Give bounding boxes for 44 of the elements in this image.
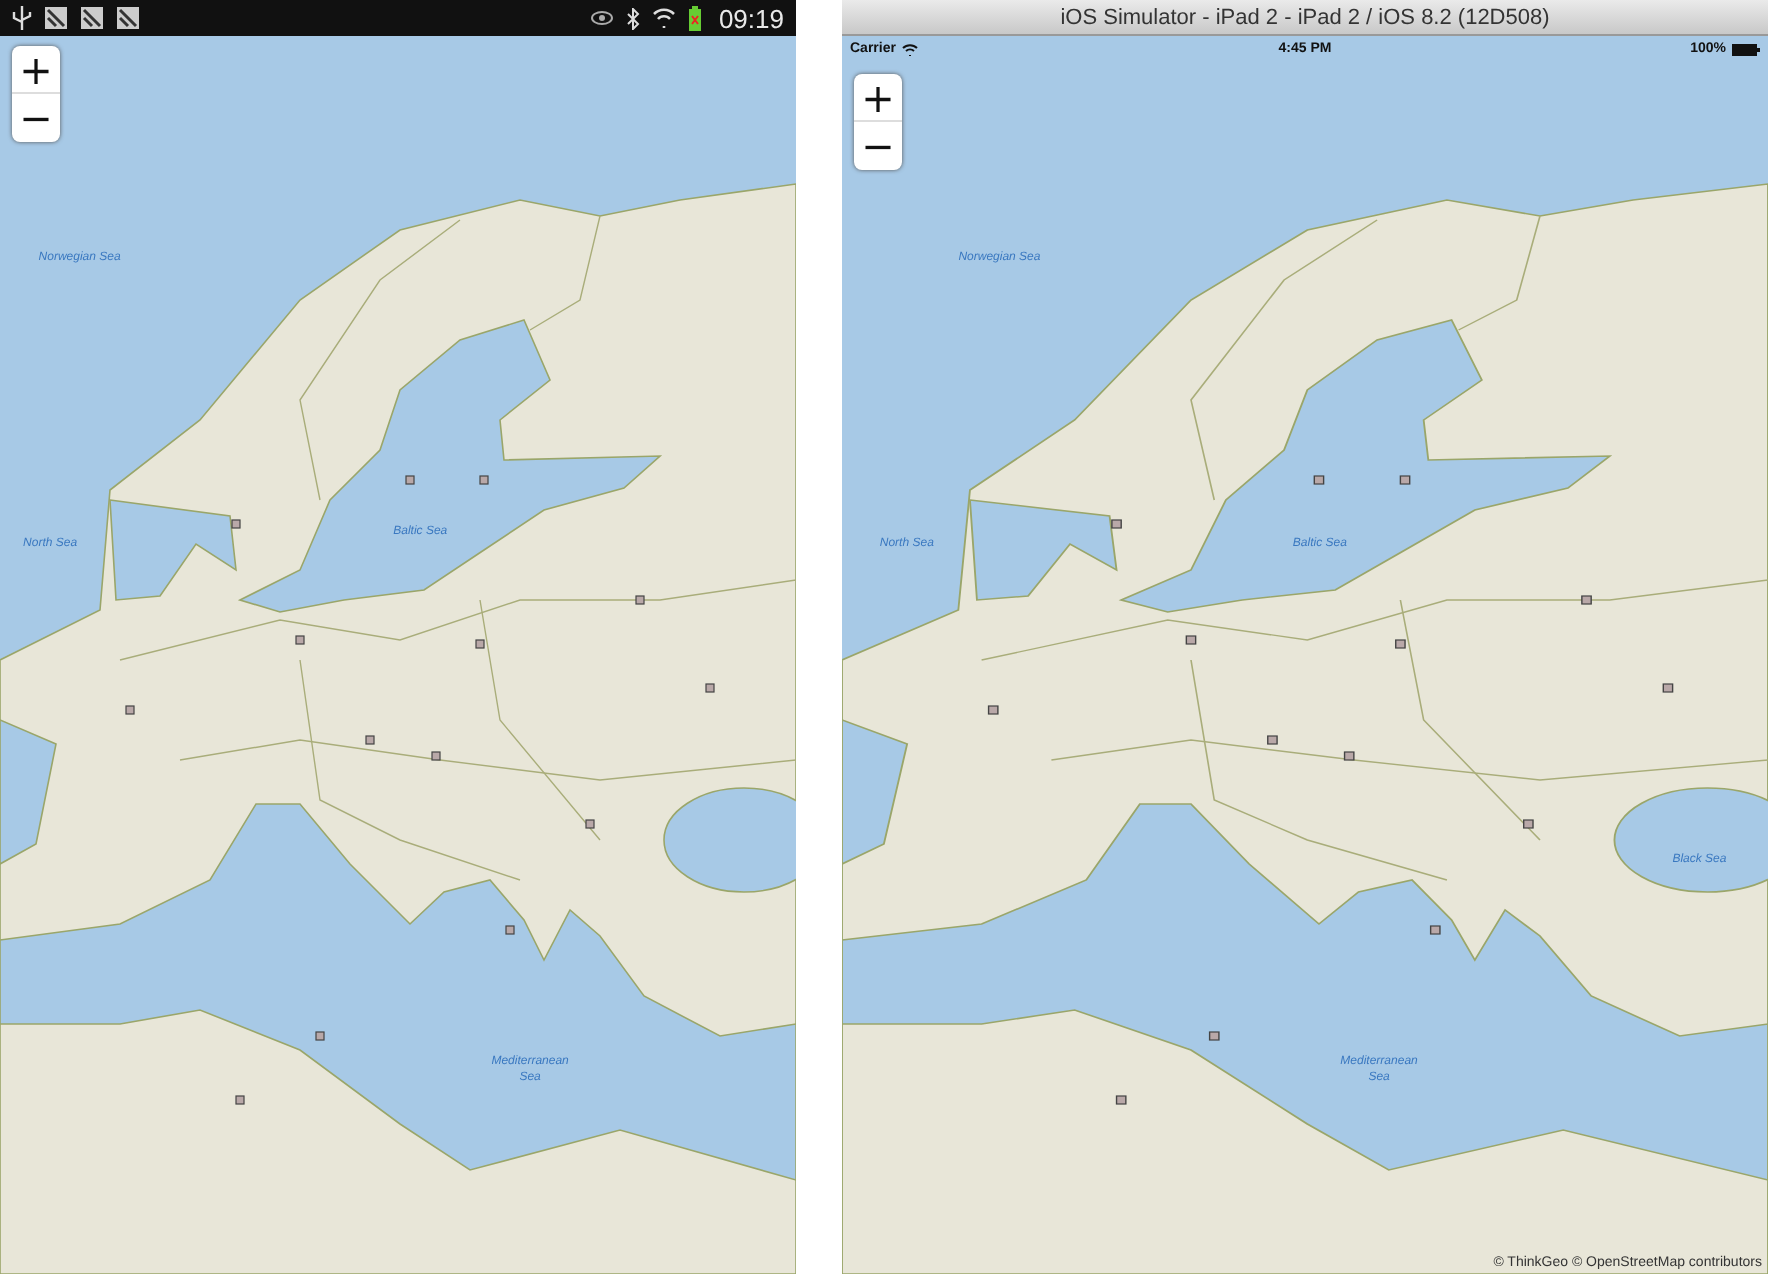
notification-icon	[116, 6, 140, 30]
city-marker-icon	[1115, 1095, 1127, 1105]
city-marker-icon	[705, 683, 715, 693]
city-marker-icon	[1185, 635, 1197, 645]
wifi-icon	[901, 43, 918, 55]
city-marker-icon	[1581, 595, 1592, 605]
zoom-button[interactable]: +	[854, 74, 902, 122]
city-marker-icon	[405, 475, 415, 485]
city-marker-icon	[315, 1031, 325, 1041]
city-marker-icon	[365, 735, 375, 745]
city-marker-icon	[585, 819, 595, 829]
city-marker-icon	[125, 705, 135, 715]
city-marker-icon	[235, 1095, 245, 1105]
city-marker-icon	[231, 519, 241, 529]
city-marker-icon	[295, 635, 305, 645]
bluetooth-icon	[626, 7, 641, 29]
notification-icon	[80, 6, 104, 30]
window-title: iOS Simulator - iPad 2 - iPad 2 / iOS 8.2 (12D508)	[1060, 5, 1550, 29]
city-marker-icon	[479, 475, 489, 485]
zoom-button[interactable]: −	[854, 122, 902, 170]
notification-icon	[44, 6, 68, 30]
city-marker-icon	[1208, 1031, 1220, 1041]
battery-icon	[1732, 43, 1760, 55]
city-marker-icon	[475, 639, 485, 649]
city-marker-icon	[1267, 735, 1278, 745]
city-marker-icon	[1395, 639, 1406, 649]
clock-time: 09:19	[718, 3, 784, 33]
city-marker-icon	[987, 705, 999, 715]
wifi-icon	[652, 7, 677, 29]
city-marker-icon	[1523, 819, 1534, 829]
city-marker-icon	[635, 595, 645, 605]
city-marker-icon	[1430, 925, 1441, 935]
usb-icon	[12, 6, 32, 30]
zoom-button[interactable]: +	[12, 46, 60, 94]
city-marker-icon	[505, 925, 515, 935]
eye-icon	[590, 10, 615, 26]
city-marker-icon	[1313, 475, 1325, 485]
city-marker-icon	[431, 751, 441, 761]
zoom-button[interactable]: −	[12, 94, 60, 142]
city-marker-icon	[1662, 683, 1674, 693]
city-marker-icon	[1399, 475, 1411, 485]
city-marker-icon	[1111, 519, 1122, 529]
city-marker-icon	[1343, 751, 1355, 761]
battery-icon	[688, 5, 703, 31]
